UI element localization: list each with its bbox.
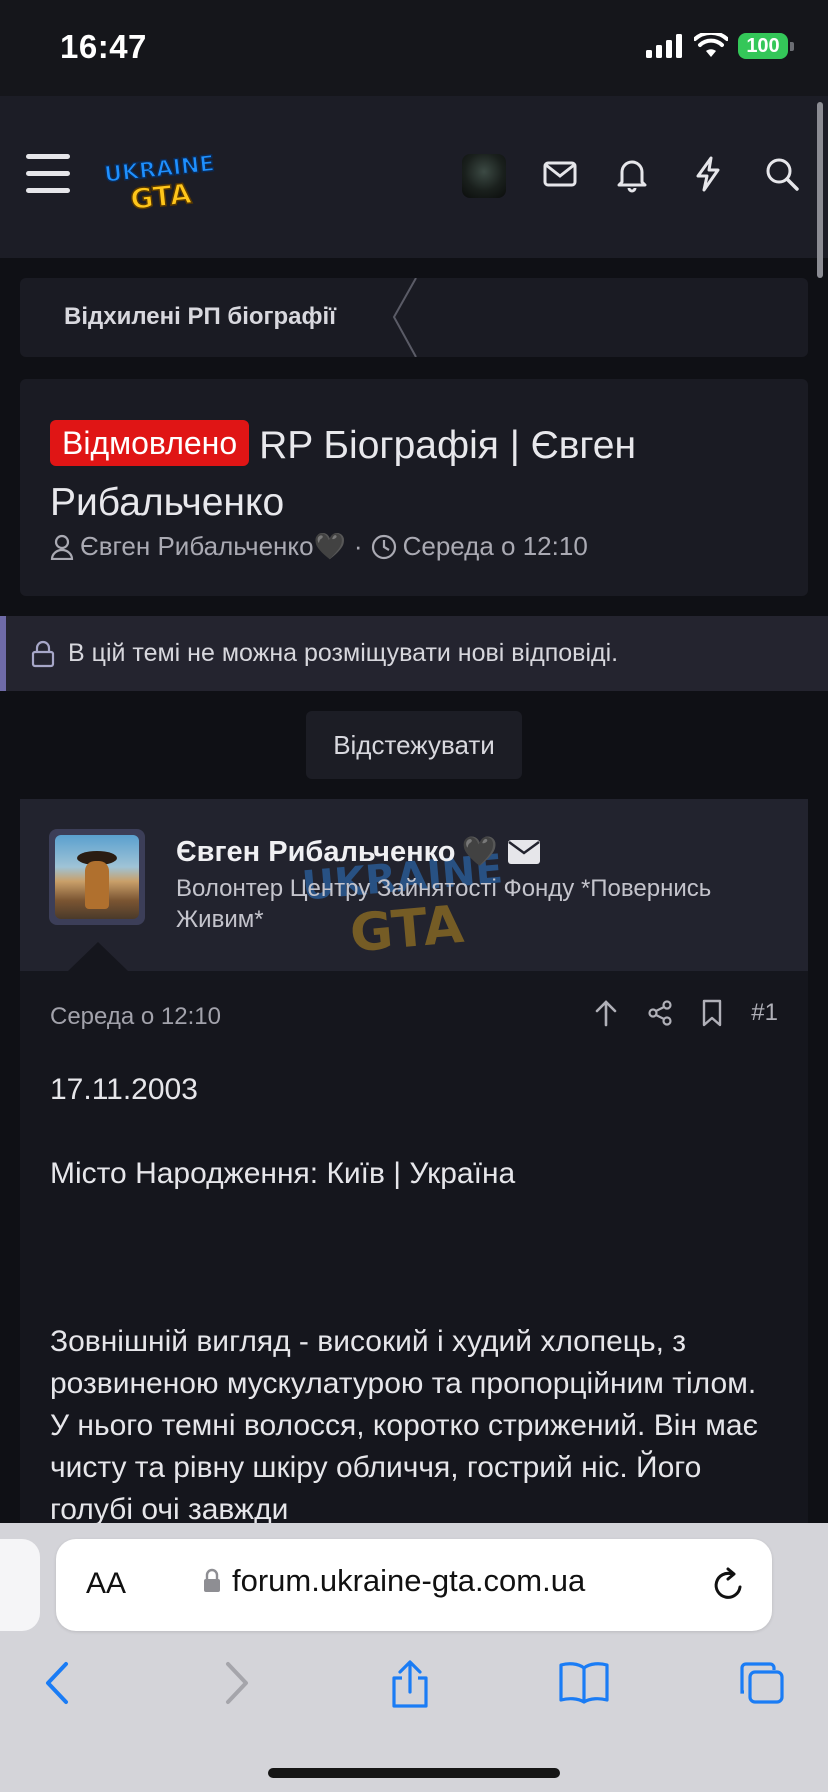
bookmark-icon[interactable] <box>701 999 723 1027</box>
page-scrollbar[interactable] <box>817 102 823 278</box>
post-line-birthplace: Місто Народження: Київ | Україна <box>50 1157 516 1190</box>
lock-icon <box>31 640 55 667</box>
post-line-appearance: Зовнішній вигляд - високий і худий хлопе… <box>50 1325 758 1526</box>
search-icon[interactable] <box>762 154 802 194</box>
post-avatar[interactable] <box>49 829 145 925</box>
author-emoji: 🖤 <box>313 531 346 561</box>
status-bar: 16:47 100 <box>0 0 828 96</box>
thread-title: Відмовлено RP Біографія | Євген Рибальчен… <box>50 417 770 531</box>
reader-aa-button[interactable]: AA <box>86 1567 126 1601</box>
previous-tab-peek[interactable] <box>0 1539 40 1631</box>
post-number[interactable]: #1 <box>751 999 778 1027</box>
status-icons: 100 <box>646 33 794 59</box>
meta-separator: · <box>353 531 363 561</box>
post-actions: #1 <box>593 999 778 1027</box>
arrow-up-icon[interactable] <box>593 999 619 1027</box>
home-indicator[interactable] <box>268 1768 560 1778</box>
lightning-icon[interactable] <box>688 154 728 194</box>
breadcrumb[interactable]: Відхилені РП біографії <box>20 278 808 357</box>
share-icon[interactable] <box>647 1000 673 1026</box>
forward-icon[interactable] <box>222 1660 252 1706</box>
envelope-icon[interactable] <box>507 840 540 864</box>
status-badge: Відмовлено <box>50 420 250 466</box>
signal-icon <box>646 34 682 58</box>
browser-toolbar: AA forum.ukraine-gta.com.ua <box>0 1523 828 1792</box>
thread-meta: Євген Рибальченко 🖤 · Середа о 12:10 <box>50 531 588 562</box>
breadcrumb-link[interactable]: Відхилені РП біографії <box>64 303 336 331</box>
user-avatar[interactable] <box>462 154 506 198</box>
post-arrow <box>68 942 128 971</box>
url-text[interactable]: forum.ukraine-gta.com.ua <box>232 1563 585 1599</box>
post-date[interactable]: Середа о 12:10 <box>50 1003 221 1031</box>
thread-date[interactable]: Середа о 12:10 <box>403 531 588 562</box>
reload-icon[interactable] <box>712 1567 746 1603</box>
post-content: 17.11.2003 Місто Народження: Київ | Укра… <box>50 1069 770 1531</box>
battery-level: 100 <box>738 33 788 59</box>
locked-notice: В цій темі не можна розміщувати нові від… <box>0 616 828 691</box>
lock-icon <box>204 1568 220 1592</box>
breadcrumb-chevron-icon <box>392 278 417 357</box>
browser-nav-row <box>0 1660 828 1720</box>
back-icon[interactable] <box>42 1660 72 1706</box>
post-user-title: Волонтер Центру Зайнятості Фонду *Поверн… <box>176 875 712 933</box>
locked-notice-text: В цій темі не можна розміщувати нові від… <box>68 639 619 667</box>
watch-button[interactable]: Відстежувати <box>306 711 522 779</box>
battery-indicator: 100 <box>738 33 794 59</box>
thread-header: Відмовлено RP Біографія | Євген Рибальчен… <box>20 379 808 596</box>
address-bar[interactable]: AA forum.ukraine-gta.com.ua <box>56 1539 772 1631</box>
user-icon <box>50 534 74 560</box>
url-display[interactable]: forum.ukraine-gta.com.ua <box>202 1563 585 1599</box>
ukraine-gta-logo[interactable]: UKRAINE GTA <box>102 148 228 212</box>
menu-button[interactable] <box>26 154 70 194</box>
post-username-text[interactable]: Євген Рибальченко <box>176 836 455 869</box>
post-username[interactable]: Євген Рибальченко 🖤 <box>176 835 540 869</box>
site-header: UKRAINE GTA <box>0 96 828 258</box>
envelope-icon[interactable] <box>540 154 580 194</box>
bookmarks-icon[interactable] <box>558 1660 610 1706</box>
username-emoji: 🖤 <box>461 836 498 868</box>
clock-icon <box>371 534 396 559</box>
svg-text:GTA: GTA <box>129 177 194 212</box>
wifi-icon <box>694 33 728 57</box>
post-user-block: UKRAINE GTA Євген Рибальченко 🖤 Волонтер… <box>20 799 808 971</box>
tabs-icon[interactable] <box>738 1660 786 1706</box>
post-line-dob: 17.11.2003 <box>50 1073 198 1106</box>
thread-author[interactable]: Євген Рибальченко <box>80 531 314 562</box>
share-sheet-icon[interactable] <box>388 1660 432 1710</box>
status-time: 16:47 <box>60 28 147 65</box>
bell-icon[interactable] <box>612 154 652 194</box>
